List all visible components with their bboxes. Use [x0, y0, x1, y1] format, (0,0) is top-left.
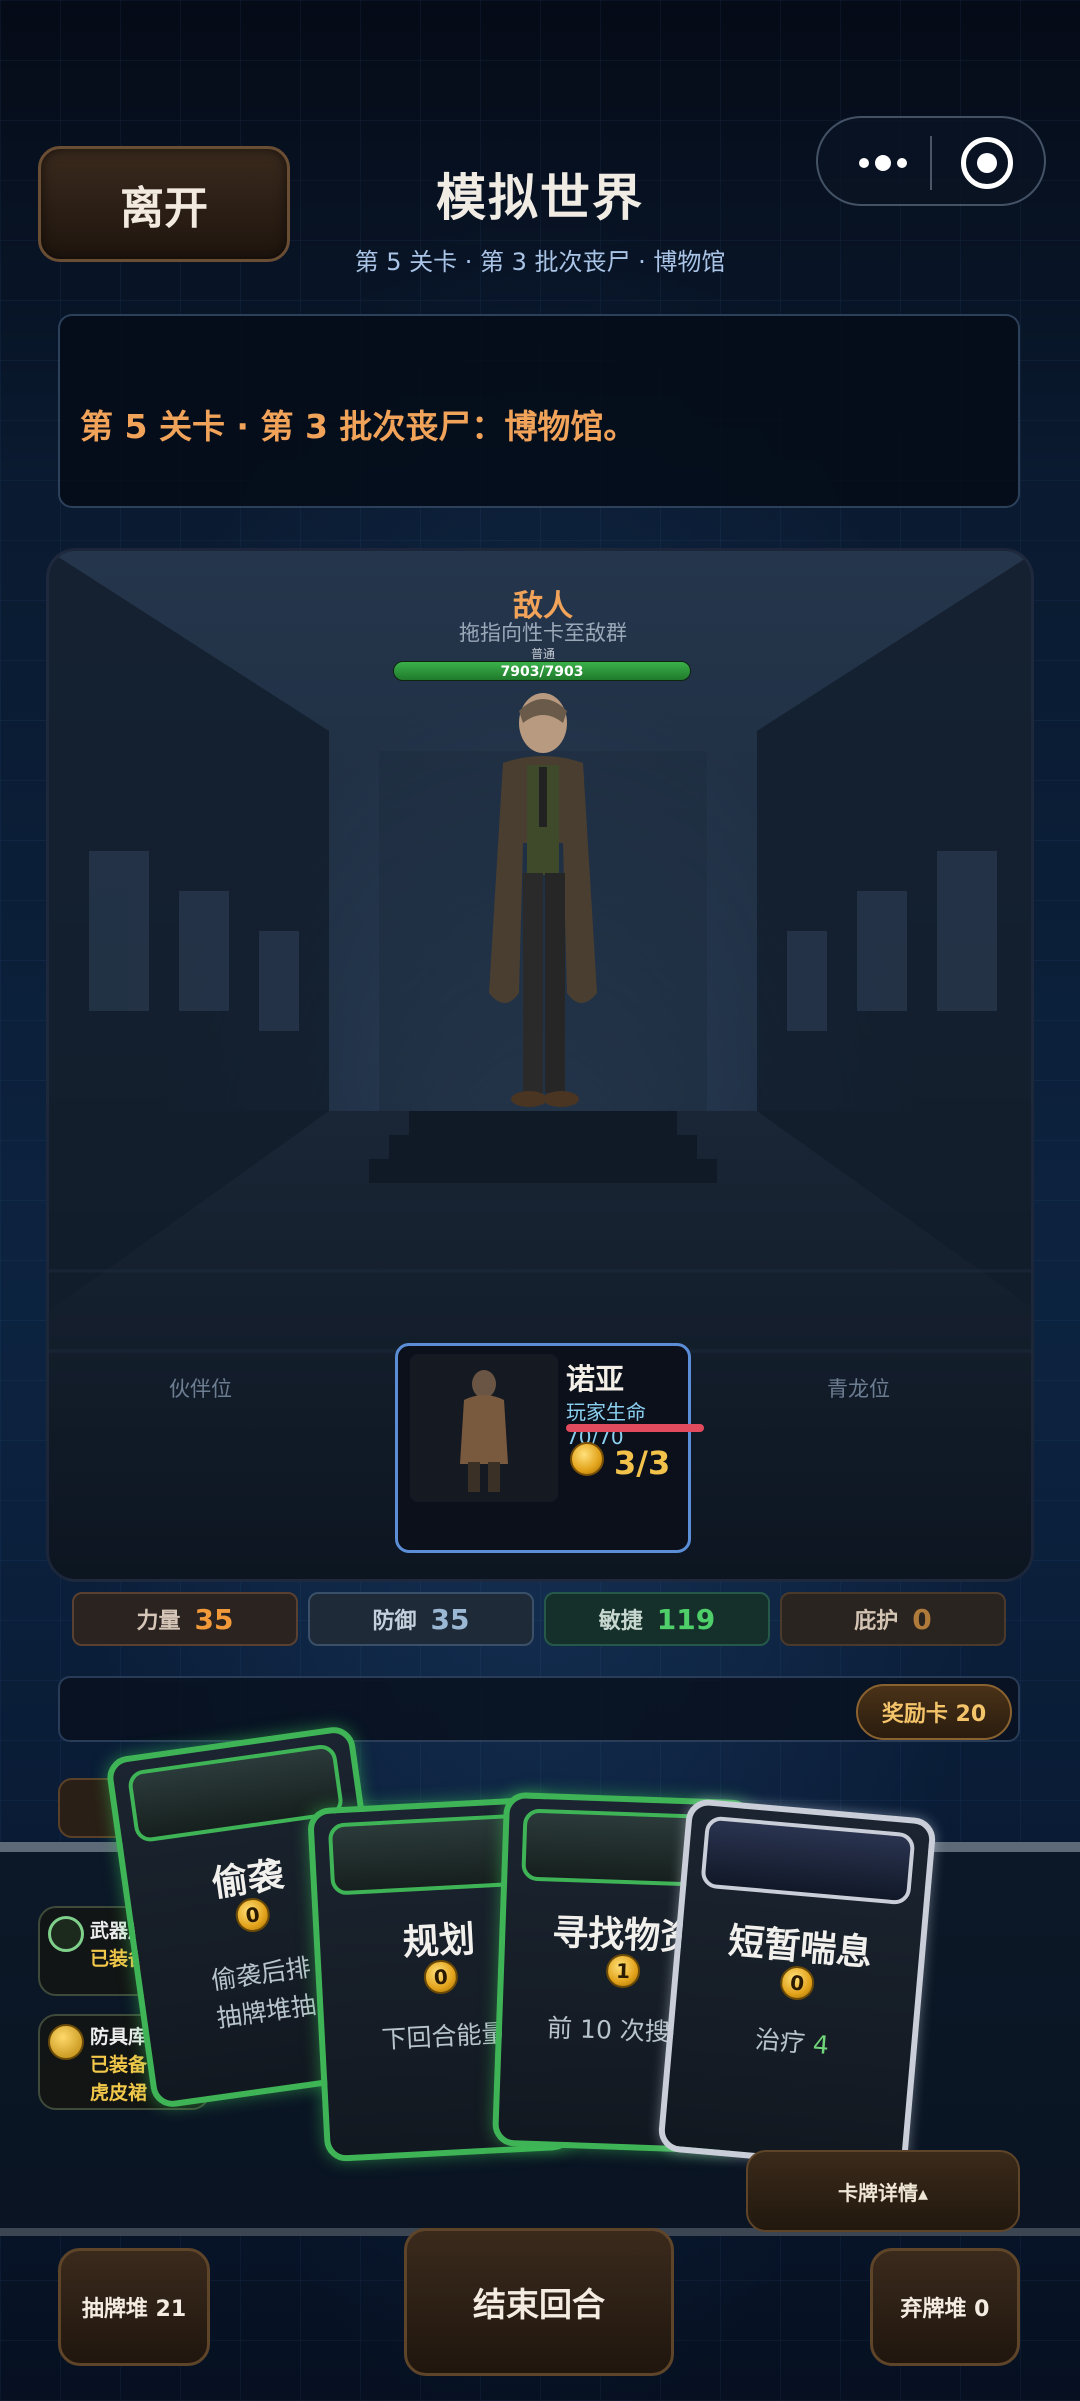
card-desc: 治疗 4 — [672, 2013, 912, 2072]
stat-label: 敏捷 — [598, 1609, 643, 1634]
armor-icon — [48, 2024, 84, 2060]
header: 模拟世界 第 5 关卡 · 第 3 批次丧尸 · 博物馆 — [290, 158, 790, 277]
capsule-divider — [930, 136, 932, 190]
player-name: 诺亚 — [566, 1362, 625, 1396]
slot-azure-dragon[interactable]: 青龙位 — [827, 1373, 890, 1403]
stat-agility: 敏捷 119 — [544, 1592, 770, 1646]
stat-label: 力量 — [136, 1609, 181, 1634]
reward-cards-button[interactable]: 奖励卡 20 — [856, 1684, 1012, 1740]
enemy-hint: 拖指向性卡至敌群 — [459, 621, 627, 645]
armor-equipped: 已装备 — [90, 2054, 148, 2076]
enemy-hp-text: 7903/7903 — [500, 664, 584, 680]
card-desc-prefix: 治疗 — [753, 2024, 807, 2058]
slot-companion[interactable]: 伙伴位 — [169, 1373, 232, 1403]
battle-area[interactable]: 敌人 拖指向性卡至敌群 普通 7903/7903 伙伴位 青龙位 诺亚 玩家生命… — [46, 548, 1034, 1582]
enemy-tier: 普通 — [530, 647, 555, 661]
armor-equipped-item: 虎皮裙 — [90, 2082, 148, 2104]
end-turn-button[interactable]: 结束回合 — [404, 2228, 674, 2376]
stat-shelter: 庇护 0 — [780, 1592, 1006, 1646]
card-cost: 1 — [605, 1953, 641, 1989]
stat-value: 0 — [912, 1602, 932, 1636]
page-subtitle: 第 5 关卡 · 第 3 批次丧尸 · 博物馆 — [354, 248, 726, 276]
card-desc-value: 4 — [811, 2029, 831, 2060]
stat-label: 庇护 — [854, 1609, 899, 1634]
enemy-hp-bar: 7903/7903 — [393, 661, 691, 681]
leave-button[interactable]: 离开 — [38, 146, 290, 262]
stat-defense: 防御 35 — [308, 1592, 534, 1646]
card-cost: 0 — [423, 1959, 459, 1995]
player-card[interactable]: 诺亚 玩家生命 70/70 3/3 — [395, 1343, 704, 1553]
stat-label: 防御 — [372, 1609, 417, 1634]
close-target-icon[interactable] — [961, 137, 1013, 189]
message-box: 第 5 关卡 · 第 3 批次丧尸：博物馆。 — [58, 314, 1020, 508]
stat-value: 119 — [656, 1602, 716, 1636]
player-hp-text: 玩家生命 70/70 — [566, 1400, 646, 1449]
player-energy: 3/3 — [614, 1444, 671, 1482]
discard-pile-button[interactable]: 弃牌堆 0 — [870, 2248, 1020, 2366]
stat-value: 35 — [194, 1602, 234, 1636]
enemy-portrait[interactable] — [463, 693, 623, 1123]
stat-value: 35 — [430, 1602, 470, 1636]
card-details-button[interactable]: 卡牌详情▴ — [746, 2150, 1020, 2232]
stats-bar: 力量 35 防御 35 敏捷 119 庇护 0 — [72, 1592, 1008, 1646]
player-hp-bar — [566, 1424, 704, 1432]
draw-pile-button[interactable]: 抽牌堆 21 — [58, 2248, 210, 2366]
stat-strength: 力量 35 — [72, 1592, 298, 1646]
page-title: 模拟世界 — [436, 169, 644, 227]
player-portrait — [410, 1354, 558, 1502]
message-text: 第 5 关卡 · 第 3 批次丧尸：博物馆。 — [80, 407, 637, 446]
card-brief-respite[interactable]: 短暂喘息 0 治疗 4 — [657, 1797, 937, 2173]
card-art — [700, 1815, 916, 1906]
more-icon[interactable] — [848, 146, 918, 180]
energy-coin-icon — [570, 1442, 604, 1476]
mini-program-capsule — [816, 116, 1046, 206]
hammer-icon — [48, 1916, 84, 1952]
